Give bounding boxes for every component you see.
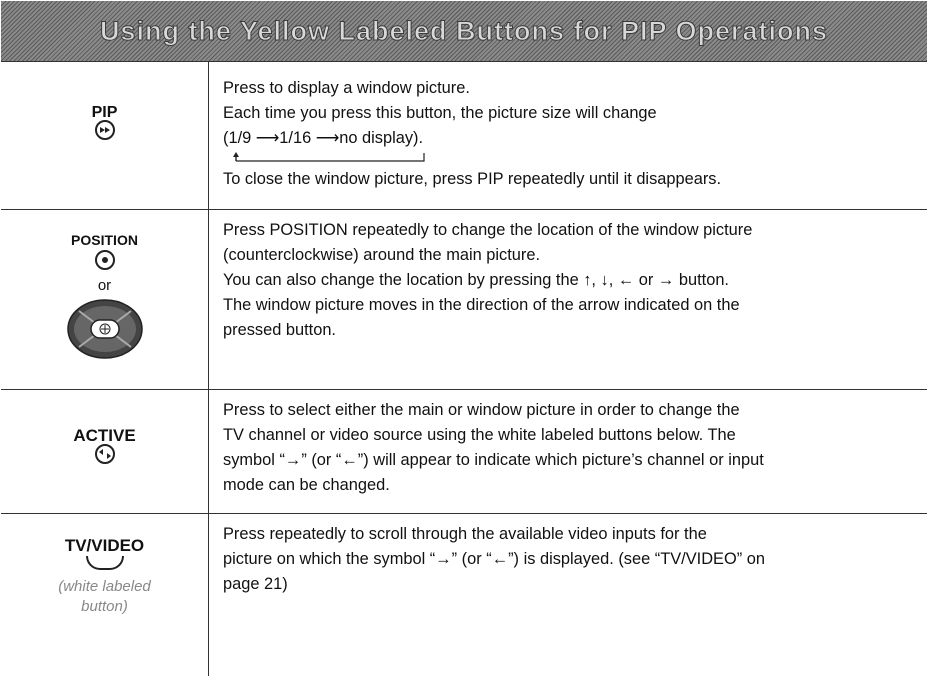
description-cell: Press to display a window picture. Each …	[209, 62, 927, 192]
table-row-tv-video: TV/VIDEO (white labeled button) Press re…	[1, 513, 927, 676]
description-line: Press to display a window picture.	[223, 79, 470, 97]
active-button-icon	[94, 444, 115, 464]
description-line: picture on which the symbol “→” (or “←”)…	[223, 550, 765, 568]
description-line: TV channel or video source using the whi…	[223, 426, 736, 444]
pip-button-icon	[94, 120, 115, 140]
or-label: or	[97, 277, 112, 294]
tv-video-button-label: TV/VIDEO	[64, 536, 145, 555]
button-cell: TV/VIDEO (white labeled button)	[1, 514, 209, 676]
description-line: page 21)	[223, 575, 288, 593]
description-line: (1/9 ⟶1/16 ⟶no display).	[223, 129, 424, 147]
description-line: pressed button.	[223, 321, 336, 339]
page-title: Using the Yellow Labeled Buttons for PIP…	[99, 16, 829, 47]
button-cell: PIP	[1, 62, 209, 209]
description-cell: Press to select either the main or windo…	[209, 390, 927, 498]
active-button-label: ACTIVE	[73, 426, 136, 445]
description-line: (counterclockwise) around the main pictu…	[223, 246, 541, 264]
description-line: Press POSITION repeatedly to change the …	[223, 221, 753, 239]
description-line: The window picture moves in the directio…	[223, 296, 740, 314]
description-cell: Press repeatedly to scroll through the a…	[209, 514, 927, 597]
buttons-table: PIP Press to display a window picture. E…	[1, 61, 927, 676]
button-cell: ACTIVE	[1, 390, 209, 513]
title-banner: Using the Yellow Labeled Buttons for PIP…	[1, 1, 927, 61]
description-line: Press repeatedly to scroll through the a…	[223, 525, 707, 543]
white-labeled-note: (white labeled	[58, 578, 151, 595]
description-line: You can also change the location by pres…	[223, 271, 729, 289]
button-cell: POSITION or	[1, 210, 209, 389]
table-row-pip: PIP Press to display a window picture. E…	[1, 61, 927, 209]
tv-video-button-icon	[85, 556, 124, 570]
white-labeled-note: button)	[81, 598, 128, 615]
directional-pad-icon	[66, 299, 143, 359]
cycle-arrow-icon	[233, 152, 425, 162]
description-cell: Press POSITION repeatedly to change the …	[209, 210, 927, 343]
position-button-icon	[94, 250, 115, 270]
description-line: To close the window picture, press PIP r…	[223, 170, 722, 188]
description-line: Each time you press this button, the pic…	[223, 104, 657, 122]
position-button-label: POSITION	[71, 232, 138, 248]
description-line: mode can be changed.	[223, 476, 390, 494]
table-row-active: ACTIVE Press to select either the main o…	[1, 389, 927, 513]
table-row-position: POSITION or Press POSITION repeatedly to…	[1, 209, 927, 389]
description-line: symbol “→” (or “←”) will appear to indic…	[223, 451, 764, 469]
description-line: Press to select either the main or windo…	[223, 401, 740, 419]
